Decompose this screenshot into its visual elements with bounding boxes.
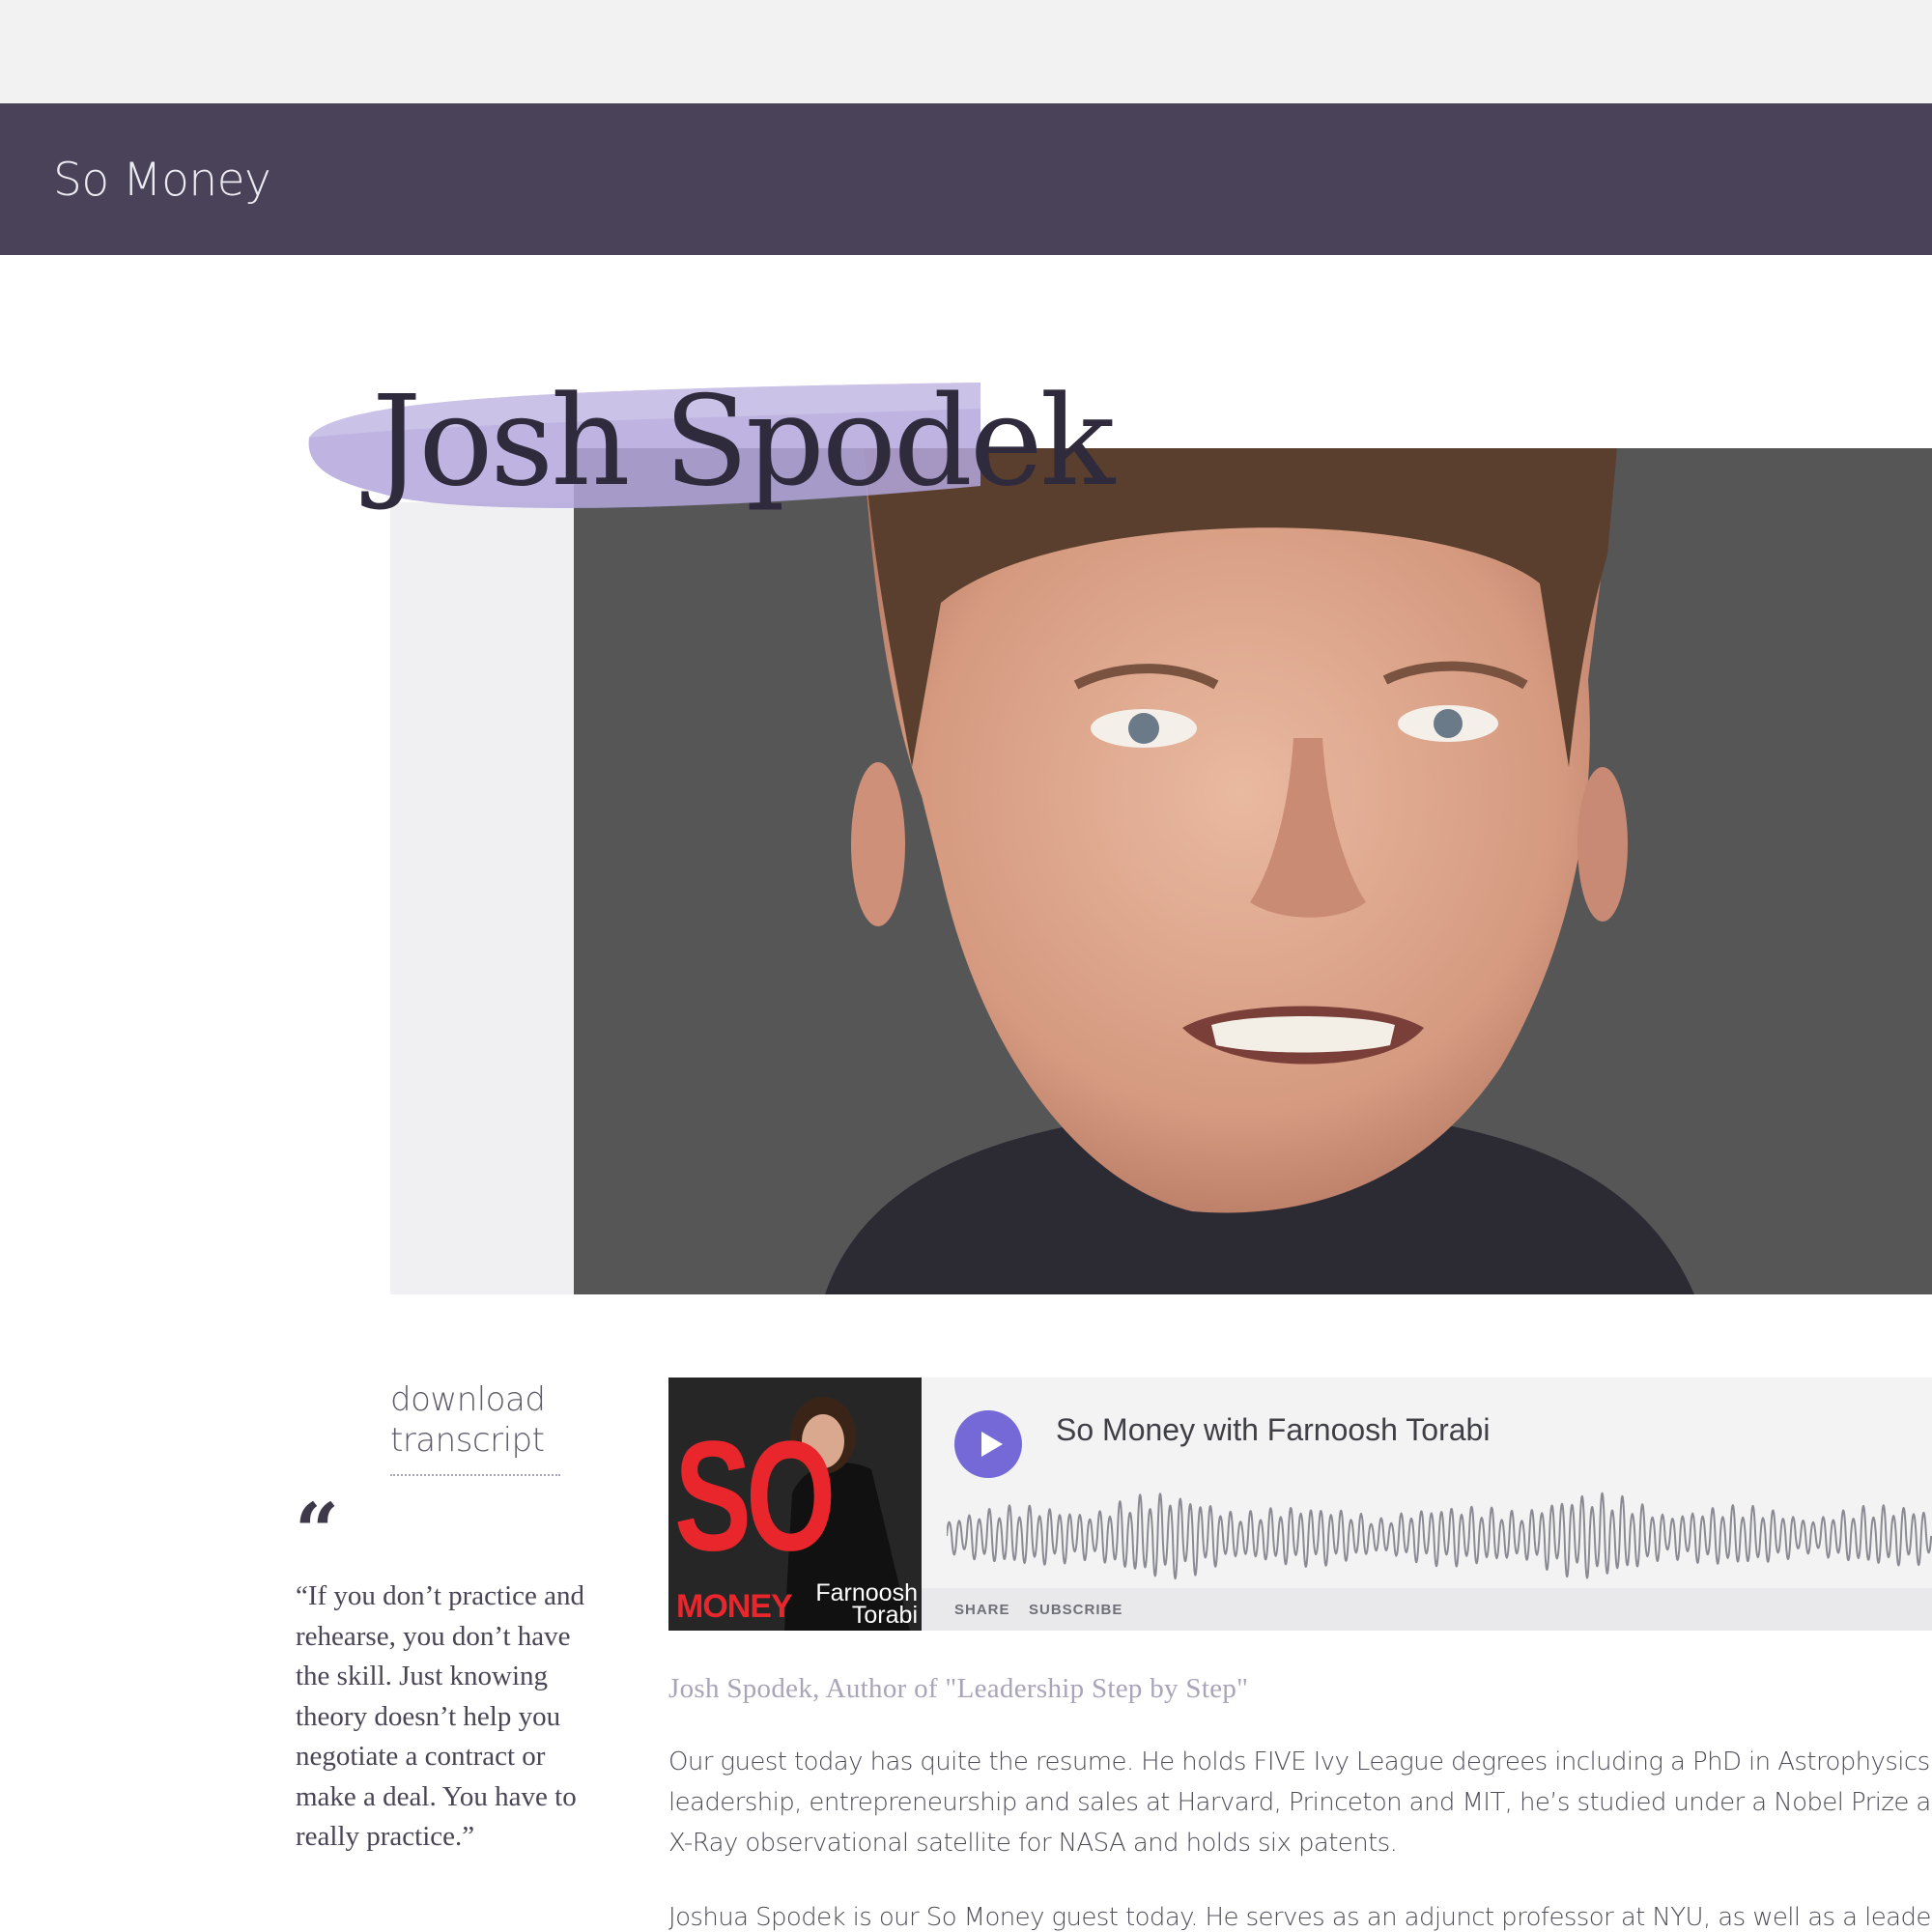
article-paragraph: Joshua Spodek is our So Money guest toda… [668, 1903, 1932, 1932]
download-transcript-link[interactable]: download transcript [390, 1379, 560, 1476]
podcast-player: SO MONEY Farnoosh Torabi So Money with F… [668, 1378, 1932, 1631]
cover-so-text: SO [674, 1408, 836, 1584]
cover-money-text: MONEY [676, 1588, 793, 1625]
subscribe-button[interactable]: SUBSCRIBE [1029, 1602, 1122, 1618]
guest-photo [574, 448, 1932, 1294]
audio-waveform[interactable] [947, 1484, 1932, 1588]
play-icon [981, 1432, 1003, 1457]
site-title-link[interactable]: So Money [53, 154, 271, 207]
article-paragraph: Our guest today has quite the resume. He… [668, 1747, 1932, 1858]
site-header: So Money [0, 103, 1932, 255]
episode-title: So Money with Farnoosh Torabi [1056, 1412, 1491, 1447]
cover-host-name: Farnoosh Torabi [804, 1581, 918, 1629]
waveform-line [947, 1492, 1932, 1579]
quote-mark-icon: “ [295, 1486, 340, 1577]
top-strip [0, 0, 1932, 103]
hero-backdrop [390, 502, 574, 1294]
guest-name-heading: Josh Spodek [372, 370, 1115, 514]
article-subhead: Josh Spodek, Author of "Leadership Step … [668, 1673, 1249, 1704]
cover-host-last: Torabi [851, 1602, 918, 1629]
play-button[interactable] [954, 1410, 1022, 1478]
share-button[interactable]: SHARE [954, 1602, 1010, 1618]
podcast-cover-art: SO MONEY Farnoosh Torabi [668, 1378, 922, 1631]
pull-quote: “If you don’t practice and rehearse, you… [296, 1580, 585, 1852]
